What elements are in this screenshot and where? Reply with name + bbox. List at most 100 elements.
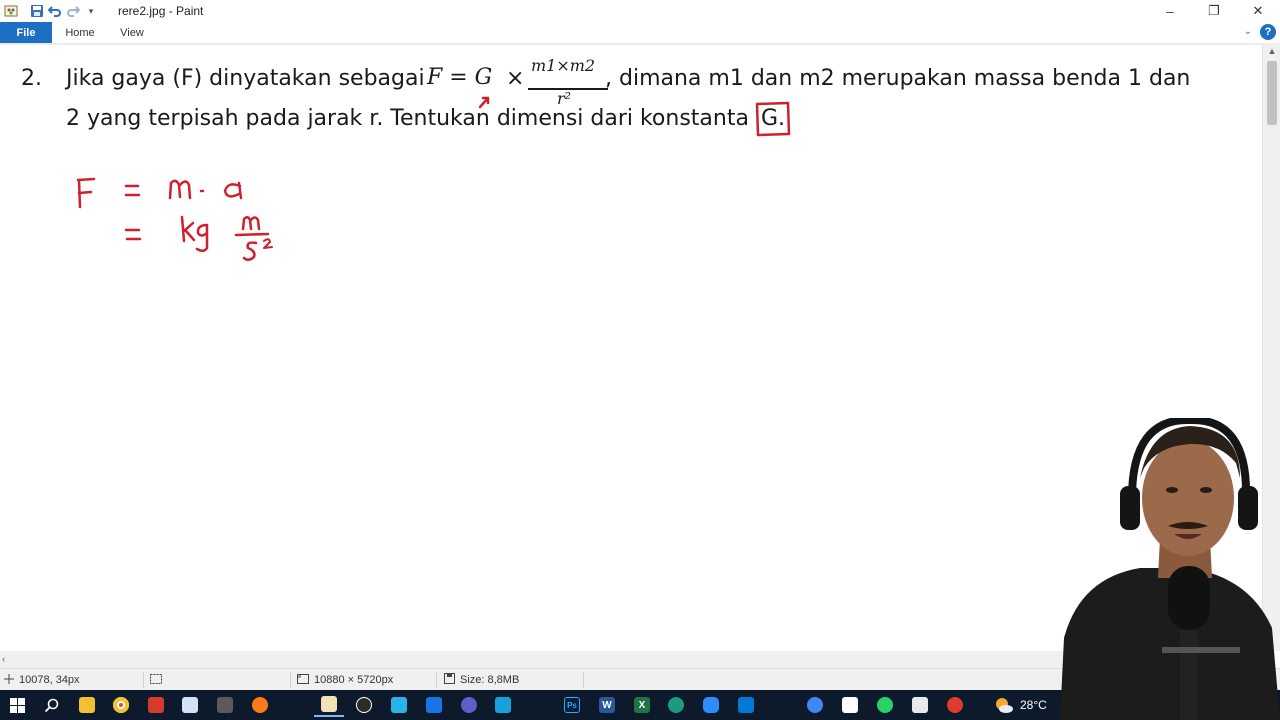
taskbar-word[interactable]: W — [592, 693, 622, 717]
save-icon[interactable] — [30, 4, 44, 18]
handwritten-s — [242, 241, 258, 261]
presenter-video — [1060, 418, 1280, 720]
chat-icon — [495, 697, 511, 713]
taskbar-file[interactable] — [835, 693, 865, 717]
selection-size — [150, 669, 162, 691]
excel-icon: X — [634, 697, 650, 713]
mail-icon — [738, 697, 754, 713]
help-icon[interactable]: ? — [1260, 24, 1276, 40]
taskbar-chat[interactable] — [488, 693, 518, 717]
taskbar-photoshop[interactable]: Ps — [557, 693, 587, 717]
handwritten-m — [168, 179, 192, 200]
calculator-icon — [217, 697, 233, 713]
file-size: Size: 8,8MB — [444, 669, 519, 691]
taskbar-edge[interactable] — [661, 693, 691, 717]
handwritten-equals-1 — [124, 184, 141, 197]
paint-icon — [321, 696, 337, 712]
taskbar-file-explorer[interactable] — [72, 693, 102, 717]
restore-button[interactable]: ❐ — [1192, 0, 1236, 22]
taskbar-zoom[interactable] — [696, 693, 726, 717]
notepad-icon — [182, 697, 198, 713]
recorder-icon — [947, 697, 963, 713]
taskbar-obs[interactable] — [349, 693, 379, 717]
handwritten-squared — [263, 238, 273, 249]
edge-icon — [668, 697, 684, 713]
handwritten-F — [76, 177, 96, 209]
taskbar-paint[interactable] — [314, 693, 344, 717]
handwritten-k — [180, 215, 196, 243]
webcam-overlay — [1040, 418, 1280, 720]
tab-home[interactable]: Home — [52, 22, 108, 43]
selection-icon — [150, 673, 162, 687]
ribbon-collapse-icon[interactable]: ⌄ — [1244, 26, 1252, 37]
image-size-icon — [297, 673, 309, 687]
close-button[interactable]: ✕ — [1236, 0, 1280, 22]
taskbar-mail[interactable] — [731, 693, 761, 717]
file-size-text: Size: 8,8MB — [460, 674, 520, 686]
tab-view[interactable]: View — [108, 22, 156, 43]
zoom-icon — [703, 697, 719, 713]
taskbar-calculator[interactable] — [210, 693, 240, 717]
whatsapp-icon — [877, 697, 893, 713]
status-divider — [290, 672, 291, 688]
crosshair-icon — [4, 673, 14, 687]
undo-icon[interactable] — [48, 4, 62, 18]
scroll-left-icon[interactable]: ‹ — [2, 651, 16, 668]
title-bar: ▾ rere2.jpg - Paint – ❐ ✕ — [0, 0, 1280, 22]
taskbar-teams[interactable] — [454, 693, 484, 717]
taskbar-recorder[interactable] — [940, 693, 970, 717]
taskbar-chrome-alt[interactable] — [800, 693, 830, 717]
taskbar-pdf[interactable] — [141, 693, 171, 717]
windows-icon — [9, 697, 25, 713]
word-icon: W — [599, 697, 615, 713]
search-icon — [44, 698, 58, 712]
highlight-box — [755, 101, 791, 137]
pointer-arrow — [478, 96, 490, 109]
minimize-button[interactable]: – — [1148, 0, 1192, 22]
pdf-icon — [148, 697, 164, 713]
weather-sun-cloud-icon — [996, 698, 1013, 713]
folder-icon — [79, 697, 95, 713]
search-button[interactable] — [36, 693, 66, 717]
vertical-scroll-thumb[interactable] — [1267, 61, 1277, 125]
disk-icon — [444, 673, 455, 687]
customize-toolbar-icon[interactable]: ▾ — [84, 4, 98, 18]
cursor-position: 10078, 34px — [4, 669, 80, 691]
handwritten-m-small — [241, 216, 261, 231]
cursor-position-text: 10078, 34px — [19, 674, 80, 686]
handwritten-equals-2 — [124, 228, 142, 241]
snipping-icon — [391, 697, 407, 713]
handwritten-g — [195, 223, 209, 252]
taskbar-whatsapp[interactable] — [870, 693, 900, 717]
image-dimensions: 10880 × 5720px — [297, 669, 393, 691]
taskbar-gallery[interactable] — [905, 693, 935, 717]
status-divider — [143, 672, 144, 688]
status-divider — [436, 672, 437, 688]
image-dimensions-text: 10880 × 5720px — [314, 674, 394, 686]
taskbar-snipping[interactable] — [384, 693, 414, 717]
photoshop-icon: Ps — [564, 697, 580, 713]
window-title: rere2.jpg - Paint — [118, 4, 204, 18]
handwritten-fraction-bar — [234, 232, 270, 237]
browser-icon — [807, 697, 823, 713]
firefox-icon — [252, 697, 268, 713]
teams-icon — [461, 697, 477, 713]
taskbar-excel[interactable]: X — [627, 693, 657, 717]
redo-icon[interactable] — [66, 4, 80, 18]
ribbon-tabs: File Home View ⌄ ? — [0, 22, 1280, 43]
taskbar-firefox[interactable] — [245, 693, 275, 717]
taskbar-notepad[interactable] — [175, 693, 205, 717]
obs-icon — [356, 697, 372, 713]
handwritten-a — [223, 181, 243, 200]
paint-app-icon — [4, 4, 18, 18]
taskbar-photos[interactable] — [419, 693, 449, 717]
gallery-icon — [912, 697, 928, 713]
scroll-up-icon[interactable]: ▲ — [1263, 43, 1280, 59]
weather-widget[interactable]: 28°C — [994, 693, 1047, 717]
tab-file[interactable]: File — [0, 22, 52, 43]
document-icon — [842, 697, 858, 713]
start-button[interactable] — [2, 693, 32, 717]
paint-window: ▾ rere2.jpg - Paint – ❐ ✕ File Home View… — [0, 0, 1280, 720]
taskbar-chrome[interactable] — [106, 693, 136, 717]
chrome-icon — [113, 697, 129, 713]
